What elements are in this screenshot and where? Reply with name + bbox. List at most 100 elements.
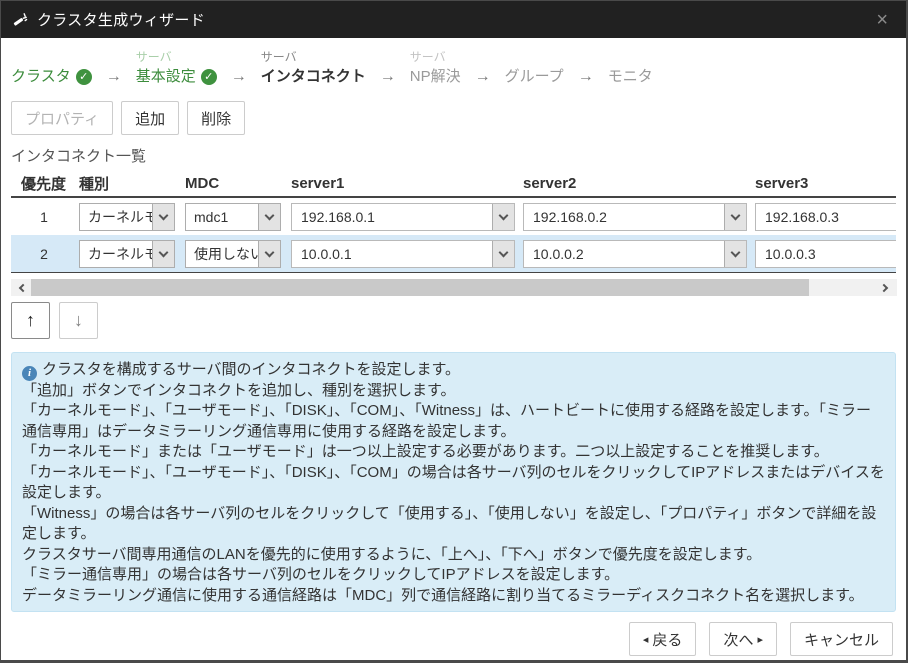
- step-cluster: クラスタ ✓: [11, 48, 92, 88]
- server3-combobox[interactable]: 10.0.0.3: [755, 240, 896, 268]
- interconnect-list-caption: インタコネクト一覧: [11, 145, 896, 166]
- check-circle-icon: ✓: [76, 69, 92, 85]
- next-arrow-icon: ▸: [757, 633, 763, 646]
- back-button[interactable]: ◂戻る: [629, 622, 697, 656]
- server2-combobox[interactable]: 10.0.0.2: [523, 240, 747, 268]
- arrow-right-icon: →: [231, 66, 247, 88]
- add-button[interactable]: 追加: [121, 101, 179, 135]
- step-sublabel: [608, 48, 653, 66]
- chevron-down-icon[interactable]: [492, 241, 514, 267]
- footer-buttons: ◂戻る 次へ▸ キャンセル: [11, 622, 896, 656]
- toolbar: プロパティ 追加 削除: [11, 101, 896, 135]
- table-header-row: 優先度 種別 MDC server1 server2 server3: [11, 170, 896, 198]
- server3-value: 10.0.0.3: [756, 246, 896, 262]
- step-sublabel: [505, 48, 564, 66]
- wizard-wand-icon: [13, 12, 29, 28]
- next-button[interactable]: 次へ▸: [709, 622, 777, 656]
- step-sublabel: サーバ: [410, 48, 461, 66]
- header-server3: server3: [751, 175, 896, 192]
- step-label: インタコネクト: [261, 66, 366, 88]
- chevron-down-icon[interactable]: [724, 241, 746, 267]
- mdc-select-value: mdc1: [186, 209, 258, 225]
- step-sublabel: サーバ: [261, 48, 366, 66]
- info-line: 「カーネルモード」、「ユーザモード」、「DISK」、「COM」の場合は各サーバ列…: [22, 463, 885, 504]
- info-line: 「Witness」の場合は各サーバ列のセルをクリックして「使用する」、「使用しな…: [22, 504, 885, 545]
- type-select[interactable]: カーネルモ: [79, 203, 175, 231]
- arrow-right-icon: →: [578, 66, 594, 88]
- step-label: モニタ: [608, 66, 653, 88]
- info-line: クラスタサーバ間専用通信のLANを優先的に使用するように、「上へ」、「下へ」ボタ…: [22, 545, 885, 566]
- header-server1: server1: [287, 175, 519, 192]
- priority-order-buttons: ↑ ↓: [11, 302, 896, 339]
- title-bar: クラスタ生成ウィザード ×: [1, 1, 906, 38]
- header-type: 種別: [77, 173, 183, 194]
- type-select-value: カーネルモ: [80, 207, 152, 227]
- mdc-select-value: 使用しない: [186, 244, 258, 264]
- chevron-down-icon[interactable]: [258, 241, 280, 267]
- chevron-down-icon[interactable]: [152, 204, 174, 230]
- horizontal-scrollbar[interactable]: [11, 279, 897, 296]
- server2-combobox[interactable]: 192.168.0.2: [523, 203, 747, 231]
- property-button[interactable]: プロパティ: [11, 101, 113, 135]
- back-arrow-icon: ◂: [643, 633, 649, 646]
- arrow-right-icon: →: [380, 66, 396, 88]
- chevron-down-icon[interactable]: [492, 204, 514, 230]
- mdc-select[interactable]: mdc1: [185, 203, 281, 231]
- step-interconnect: サーバ インタコネクト: [261, 48, 366, 88]
- wizard-steps: クラスタ ✓ → サーバ 基本設定 ✓ → サーバ インタコネクト → サーバ NP…: [11, 48, 896, 88]
- step-group: グループ: [505, 48, 564, 88]
- step-label: 基本設定: [136, 66, 196, 88]
- header-mdc: MDC: [183, 175, 287, 192]
- type-select-value: カーネルモ: [80, 244, 152, 264]
- server2-value: 192.168.0.2: [524, 209, 724, 225]
- chevron-down-icon[interactable]: [258, 204, 280, 230]
- server1-value: 10.0.0.1: [292, 246, 492, 262]
- cluster-wizard-dialog: クラスタ生成ウィザード × クラスタ ✓ → サーバ 基本設定 ✓ → サーバ イン…: [0, 0, 908, 663]
- server1-combobox[interactable]: 192.168.0.1: [291, 203, 515, 231]
- server3-combobox[interactable]: 192.168.0.3: [755, 203, 896, 231]
- info-circle-icon: i: [22, 366, 37, 381]
- step-label: クラスタ: [11, 66, 71, 88]
- info-line: iクラスタを構成するサーバ間のインタコネクトを設定します。: [22, 360, 885, 381]
- server1-combobox[interactable]: 10.0.0.1: [291, 240, 515, 268]
- remove-button[interactable]: 削除: [187, 101, 245, 135]
- step-sublabel: [11, 48, 92, 66]
- server2-value: 10.0.0.2: [524, 246, 724, 262]
- chevron-down-icon[interactable]: [724, 204, 746, 230]
- server3-value: 192.168.0.3: [756, 209, 896, 225]
- cancel-button[interactable]: キャンセル: [790, 622, 893, 656]
- server1-value: 192.168.0.1: [292, 209, 492, 225]
- table-row[interactable]: 2 カーネルモ 使用しない 10.0.0.1: [11, 235, 896, 272]
- info-line: 「カーネルモード」または「ユーザモード」は一つ以上設定する必要があります。二つ以…: [22, 442, 885, 463]
- priority-cell: 2: [11, 246, 77, 262]
- help-info-box: iクラスタを構成するサーバ間のインタコネクトを設定します。 「追加」ボタンでイン…: [11, 352, 896, 612]
- priority-cell: 1: [11, 209, 77, 225]
- mdc-select[interactable]: 使用しない: [185, 240, 281, 268]
- info-line: 「カーネルモード」、「ユーザモード」、「DISK」、「COM」、「Witness…: [22, 401, 885, 442]
- interconnect-table: 優先度 種別 MDC server1 server2 server3 1 カーネ…: [11, 170, 896, 273]
- header-priority: 優先度: [11, 173, 77, 194]
- close-icon[interactable]: ×: [870, 10, 894, 30]
- scroll-left-icon[interactable]: [11, 279, 31, 296]
- step-label: NP解決: [410, 66, 461, 88]
- step-np-resolution: サーバ NP解決: [410, 48, 461, 88]
- dialog-title: クラスタ生成ウィザード: [37, 9, 205, 30]
- up-arrow-icon: ↑: [26, 310, 35, 331]
- check-circle-icon: ✓: [201, 69, 217, 85]
- table-row[interactable]: 1 カーネルモ mdc1 192.168.0.1: [11, 198, 896, 235]
- scroll-right-icon[interactable]: [875, 279, 895, 296]
- step-sublabel: サーバ: [136, 48, 217, 66]
- step-label: グループ: [505, 66, 564, 88]
- down-arrow-icon: ↓: [74, 310, 83, 331]
- chevron-down-icon[interactable]: [152, 241, 174, 267]
- type-select[interactable]: カーネルモ: [79, 240, 175, 268]
- info-line: 「ミラー通信専用」の場合は各サーバ列のセルをクリックしてIPアドレスを設定します…: [22, 565, 885, 586]
- header-server2: server2: [519, 175, 751, 192]
- move-up-button[interactable]: ↑: [11, 302, 50, 339]
- step-monitor: モニタ: [608, 48, 653, 88]
- step-basic-settings: サーバ 基本設定 ✓: [136, 48, 217, 88]
- arrow-right-icon: →: [475, 66, 491, 88]
- scrollbar-thumb[interactable]: [31, 279, 809, 296]
- info-line: 「追加」ボタンでインタコネクトを追加し、種別を選択します。: [22, 381, 885, 402]
- move-down-button[interactable]: ↓: [59, 302, 98, 339]
